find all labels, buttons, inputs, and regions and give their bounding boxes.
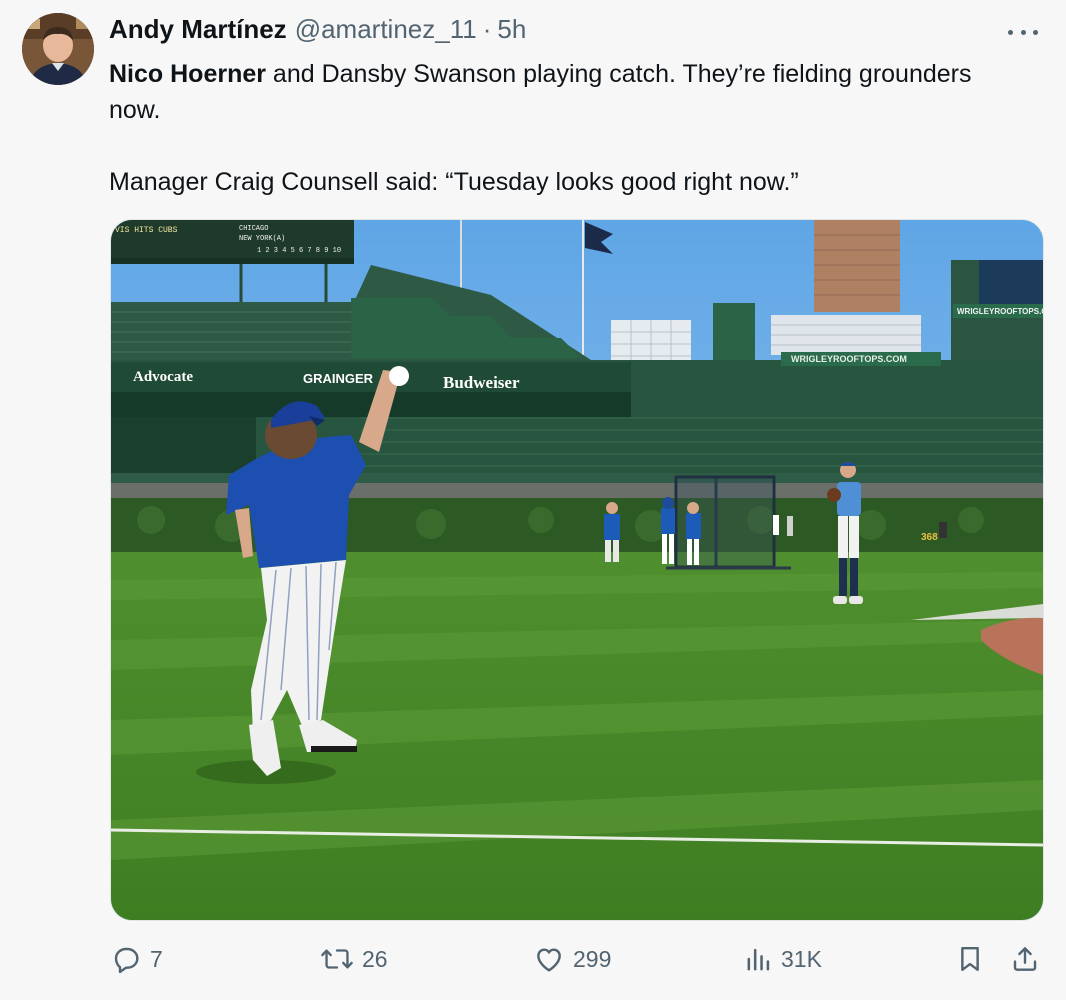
baseball xyxy=(389,366,409,386)
tweet-paragraph-1: Nico Hoerner and Dansby Swanson playing … xyxy=(109,56,1009,128)
bookmark-button[interactable] xyxy=(956,943,984,975)
tweet-photo[interactable]: VIS HITS CUBS CHICAGO NEW YORK(A) 1 2 3 … xyxy=(110,219,1044,921)
reply-icon xyxy=(114,947,139,974)
wrigley-sign-right: WRIGLEYROOFTOPS.COM xyxy=(957,307,1043,316)
scoreboard-opponent: NEW YORK(A) xyxy=(239,235,285,243)
views-icon xyxy=(747,948,770,971)
share-icon xyxy=(1013,947,1037,971)
like-count: 299 xyxy=(573,945,612,972)
author-handle[interactable]: @amartinez_11 xyxy=(295,14,477,45)
more-icon[interactable] xyxy=(1008,20,1038,44)
share-button[interactable] xyxy=(1010,943,1040,975)
repost-count: 26 xyxy=(362,945,388,972)
advocate-sign: Advocate xyxy=(133,369,193,385)
avatar[interactable] xyxy=(22,13,94,85)
tweet-paragraph-2: Manager Craig Counsell said: “Tuesday lo… xyxy=(109,168,799,196)
views-count: 31K xyxy=(781,945,822,972)
grainger-sign: GRAINGER xyxy=(303,371,374,386)
views-button[interactable]: 31K xyxy=(745,943,822,975)
tweet-mention: Nico Hoerner xyxy=(109,60,266,88)
repost-icon xyxy=(321,949,353,969)
wrigley-sign-mid: WRIGLEYROOFTOPS.COM xyxy=(791,354,907,364)
tweet-text: Nico Hoerner and Dansby Swanson playing … xyxy=(109,56,1009,200)
reply-button[interactable]: 7 xyxy=(110,943,163,975)
scoreboard-city: CHICAGO xyxy=(239,225,268,233)
separator-dot: · xyxy=(482,14,492,44)
bookmark-icon xyxy=(961,946,979,972)
reply-count: 7 xyxy=(150,945,163,972)
tweet: Andy Martínez @amartinez_11 · 5h Nico Ho… xyxy=(0,0,1066,1000)
timestamp[interactable]: 5h xyxy=(497,14,526,45)
budweiser-sign: Budweiser xyxy=(443,373,520,392)
tweet-header: Andy Martínez @amartinez_11 · 5h xyxy=(109,14,526,48)
distant-building xyxy=(814,220,900,312)
tweet-actions: 7 26 299 31K xyxy=(0,935,1066,983)
like-button[interactable]: 299 xyxy=(533,943,611,975)
author-name[interactable]: Andy Martínez xyxy=(109,14,287,45)
scoreboard-text-left: VIS HITS CUBS xyxy=(115,226,178,235)
wall-distance-marker: 368 xyxy=(921,532,938,543)
scoreboard-innings: 1 2 3 4 5 6 7 8 9 10 xyxy=(257,247,341,255)
repost-button[interactable]: 26 xyxy=(320,943,388,975)
like-icon xyxy=(537,948,561,972)
